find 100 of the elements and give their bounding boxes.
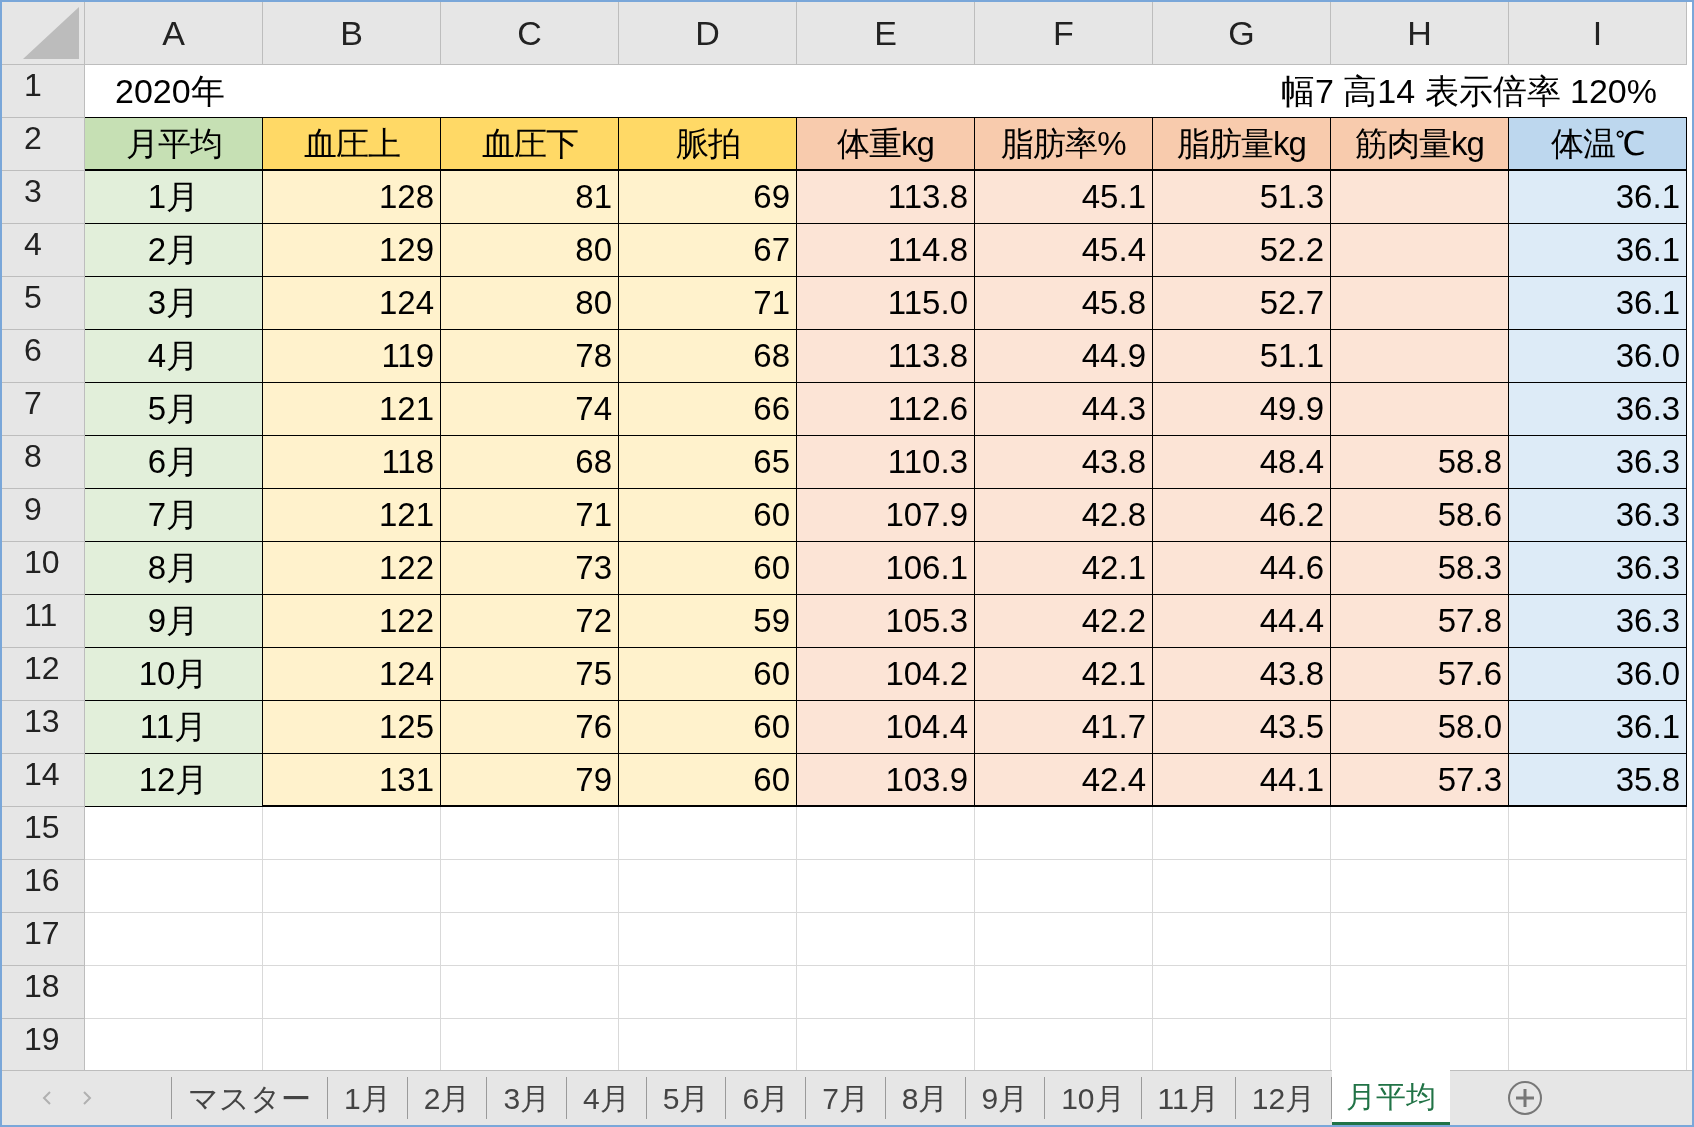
sheet-tab[interactable]: 9月 (965, 1077, 1046, 1119)
scroll-right-icon[interactable] (82, 1090, 92, 1106)
value-cell: 119 (263, 330, 441, 383)
value-cell: 42.8 (975, 489, 1153, 542)
month-cell: 6月 (85, 436, 263, 489)
row-header[interactable]: 7 (2, 383, 85, 436)
value-cell: 128 (263, 171, 441, 224)
value-cell: 43.8 (1153, 648, 1331, 701)
value-cell: 122 (263, 595, 441, 648)
value-cell: 36.3 (1509, 436, 1687, 489)
sheet-tab[interactable]: 8月 (885, 1077, 966, 1119)
value-cell: 58.8 (1331, 436, 1509, 489)
column-header[interactable]: I (1509, 2, 1687, 65)
row-header[interactable]: 5 (2, 277, 85, 330)
row-header[interactable]: 13 (2, 701, 85, 754)
value-cell: 118 (263, 436, 441, 489)
header-cell: 体重kg (797, 118, 975, 171)
month-cell: 5月 (85, 383, 263, 436)
row-header[interactable]: 18 (2, 966, 85, 1019)
value-cell: 78 (441, 330, 619, 383)
sheet-tab[interactable]: 2月 (407, 1077, 488, 1119)
column-header[interactable]: G (1153, 2, 1331, 65)
value-cell: 104.4 (797, 701, 975, 754)
value-cell: 51.1 (1153, 330, 1331, 383)
row-header[interactable]: 4 (2, 224, 85, 277)
scroll-left-icon[interactable] (42, 1090, 52, 1106)
value-cell: 75 (441, 648, 619, 701)
column-header[interactable]: C (441, 2, 619, 65)
sheet-tab[interactable]: 7月 (806, 1077, 886, 1119)
value-cell: 80 (441, 277, 619, 330)
value-cell: 36.1 (1509, 224, 1687, 277)
header-cell: 血圧下 (441, 118, 619, 171)
sheet-tab[interactable]: 月平均 (1332, 1070, 1451, 1125)
row-header[interactable]: 8 (2, 436, 85, 489)
value-cell: 57.8 (1331, 595, 1509, 648)
value-cell: 44.9 (975, 330, 1153, 383)
row-header[interactable]: 10 (2, 542, 85, 595)
row-header[interactable]: 3 (2, 171, 85, 224)
value-cell: 131 (263, 754, 441, 807)
row-header[interactable]: 9 (2, 489, 85, 542)
value-cell: 45.8 (975, 277, 1153, 330)
sheet-tab[interactable]: 6月 (726, 1077, 807, 1119)
value-cell: 68 (619, 330, 797, 383)
value-cell: 36.0 (1509, 648, 1687, 701)
month-cell: 7月 (85, 489, 263, 542)
sheet-tab[interactable]: 3月 (487, 1077, 568, 1119)
value-cell: 60 (619, 489, 797, 542)
value-cell: 36.3 (1509, 383, 1687, 436)
month-cell: 9月 (85, 595, 263, 648)
value-cell: 69 (619, 171, 797, 224)
row-header[interactable]: 16 (2, 860, 85, 913)
value-cell: 113.8 (797, 171, 975, 224)
header-cell: 体温℃ (1509, 118, 1687, 171)
month-cell: 12月 (85, 754, 263, 807)
row-header[interactable]: 15 (2, 807, 85, 860)
add-sheet-icon[interactable] (1506, 1079, 1545, 1117)
sheet-tab[interactable]: 1月 (328, 1077, 408, 1119)
value-cell: 110.3 (797, 436, 975, 489)
value-cell: 36.3 (1509, 542, 1687, 595)
value-cell: 58.3 (1331, 542, 1509, 595)
header-cell: 血圧上 (263, 118, 441, 171)
value-cell: 35.8 (1509, 754, 1687, 807)
value-cell: 41.7 (975, 701, 1153, 754)
value-cell: 42.4 (975, 754, 1153, 807)
value-cell: 58.6 (1331, 489, 1509, 542)
value-cell: 68 (441, 436, 619, 489)
value-cell: 43.5 (1153, 701, 1331, 754)
value-cell: 125 (263, 701, 441, 754)
row-header[interactable]: 1 (2, 65, 85, 118)
sheet-tab[interactable]: 5月 (646, 1077, 727, 1119)
row-header[interactable]: 2 (2, 118, 85, 171)
row-header[interactable]: 6 (2, 330, 85, 383)
row-header[interactable]: 17 (2, 913, 85, 966)
row-header[interactable]: 12 (2, 648, 85, 701)
column-header[interactable]: E (797, 2, 975, 65)
value-cell: 57.3 (1331, 754, 1509, 807)
value-cell: 36.1 (1509, 277, 1687, 330)
value-cell: 124 (263, 277, 441, 330)
sheet-tab[interactable]: 4月 (567, 1077, 647, 1119)
column-header[interactable]: H (1331, 2, 1509, 65)
value-cell: 104.2 (797, 648, 975, 701)
value-cell: 129 (263, 224, 441, 277)
select-all-corner[interactable] (2, 2, 85, 65)
value-cell: 60 (619, 542, 797, 595)
sheet-tab[interactable]: 10月 (1045, 1077, 1142, 1119)
value-cell: 66 (619, 383, 797, 436)
value-cell: 42.1 (975, 542, 1153, 595)
sheet-tab[interactable]: 11月 (1141, 1077, 1236, 1119)
row-header[interactable]: 19 (2, 1019, 85, 1070)
value-cell: 36.0 (1509, 330, 1687, 383)
row-header[interactable]: 14 (2, 754, 85, 807)
column-header[interactable]: D (619, 2, 797, 65)
value-cell: 107.9 (797, 489, 975, 542)
value-cell: 46.2 (1153, 489, 1331, 542)
column-header[interactable]: A (85, 2, 263, 65)
row-header[interactable]: 11 (2, 595, 85, 648)
sheet-tab[interactable]: マスター (172, 1077, 328, 1119)
column-header[interactable]: B (263, 2, 441, 65)
column-header[interactable]: F (975, 2, 1153, 65)
header-cell: 脂肪量kg (1153, 118, 1331, 171)
